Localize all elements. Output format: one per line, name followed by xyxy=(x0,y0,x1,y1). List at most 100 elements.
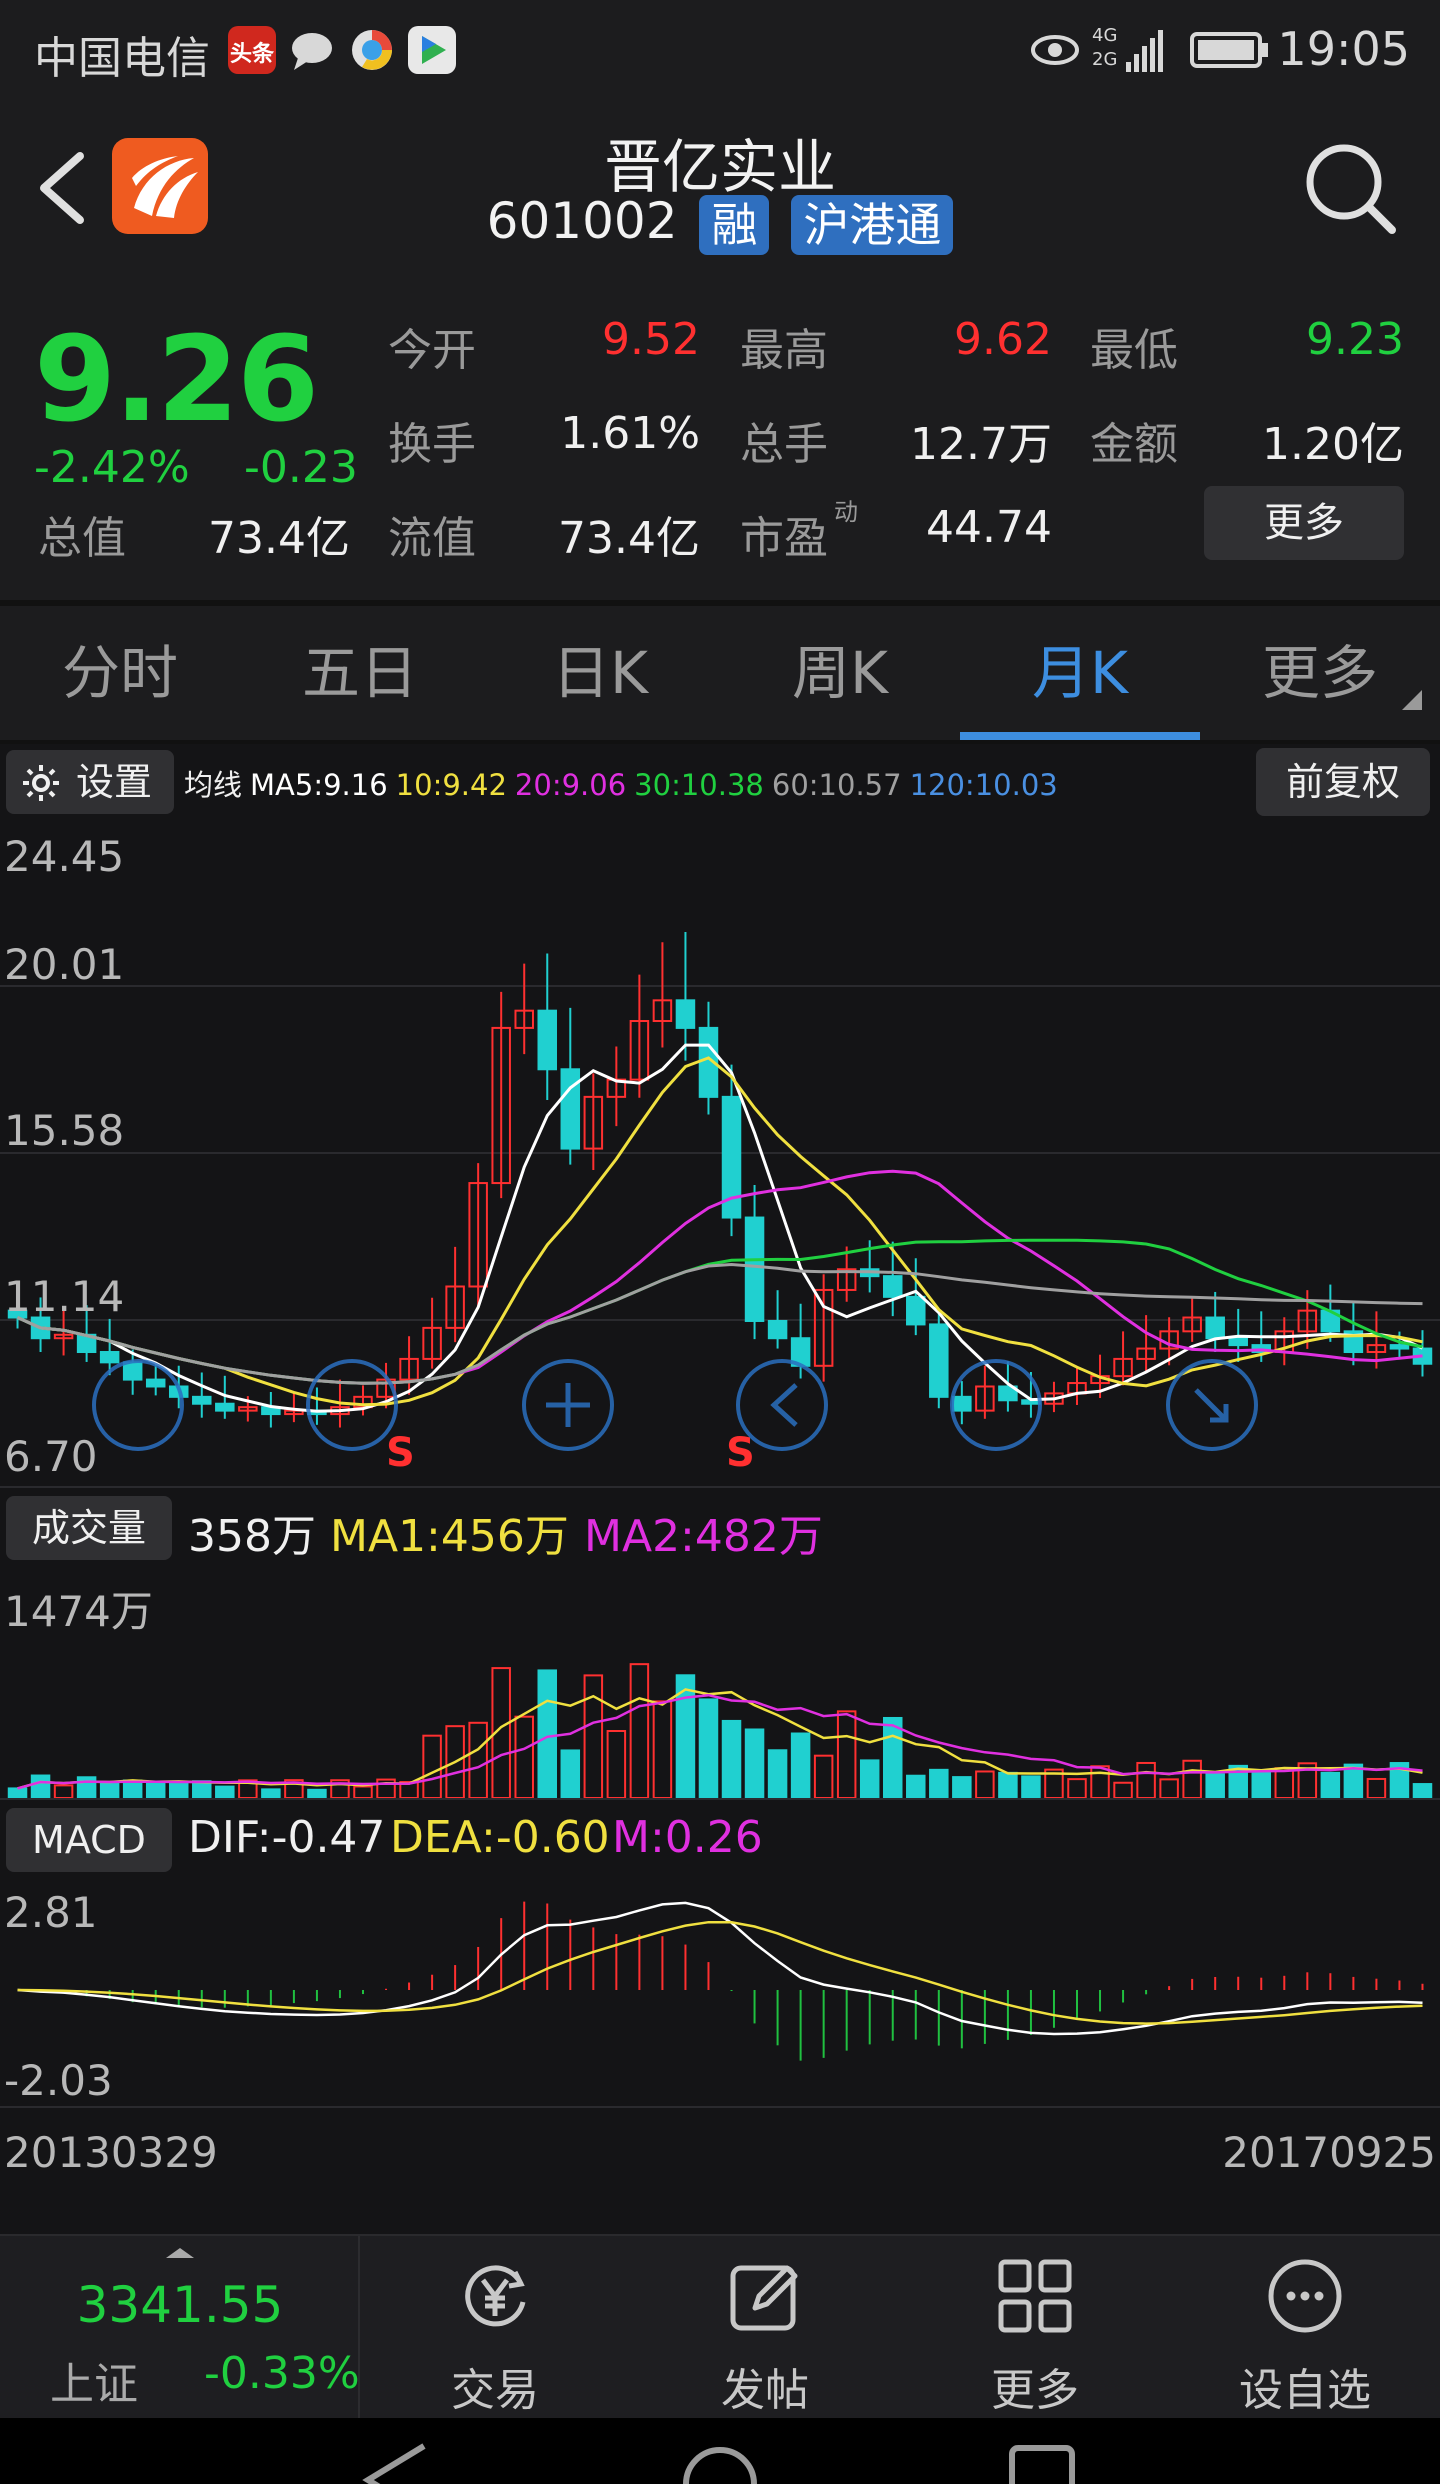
volume-bar xyxy=(859,1759,880,1798)
ma-prefix: 均线 xyxy=(184,768,243,802)
ma30-value: 30:10.38 xyxy=(634,768,764,802)
add-watchlist-button[interactable]: 设自选 xyxy=(1170,2236,1440,2420)
start-date: 20130329 xyxy=(4,2128,218,2177)
volume-ma1: MA1:456万 xyxy=(330,1511,569,1562)
macd-chart[interactable]: 2.81 -2.03 xyxy=(0,1878,1440,2106)
volume-canvas xyxy=(7,1663,1433,1798)
volume-bar xyxy=(929,1768,949,1798)
candle xyxy=(215,1402,235,1412)
high-label: 最高 xyxy=(740,325,828,376)
toutiao-app-icon: 头条 xyxy=(228,26,276,74)
amount-value: 1.20亿 xyxy=(1262,419,1404,470)
volume-bar xyxy=(145,1781,166,1798)
candle xyxy=(952,1395,972,1412)
volume-bar xyxy=(629,1663,650,1798)
volume-bar xyxy=(168,1782,189,1798)
volume-bar xyxy=(99,1782,120,1798)
volume-bar xyxy=(468,1721,488,1798)
tab-intraday[interactable]: 分时 xyxy=(0,606,240,740)
volume-bar xyxy=(744,1728,765,1798)
volume-bar xyxy=(7,1787,28,1798)
volume-bar xyxy=(583,1674,604,1798)
candle xyxy=(882,1275,903,1298)
volume-current: 358万 xyxy=(188,1511,316,1562)
candle xyxy=(675,999,696,1029)
market-cap-value: 73.4亿 xyxy=(208,513,350,564)
macd-canvas xyxy=(17,1901,1424,2061)
volume-bar xyxy=(1366,1777,1387,1798)
volume-bar xyxy=(1274,1767,1295,1798)
volume-bar xyxy=(998,1771,1018,1798)
search-icon xyxy=(1306,144,1396,234)
bottom-toolbar: 3341.55 上证 -0.33% 交易 发帖 更多 设自选 xyxy=(0,2234,1440,2420)
volume-chart[interactable]: 1474万 xyxy=(0,1566,1440,1798)
pe-dynamic-mark: 动 xyxy=(834,498,858,526)
float-cap-label: 流值 xyxy=(388,513,476,564)
macd-dea: DEA:-0.60 xyxy=(390,1812,610,1863)
ma-line xyxy=(16,1043,1424,1413)
candle xyxy=(145,1378,166,1388)
macd-indicator-button[interactable]: MACD xyxy=(6,1808,172,1872)
battery-icon xyxy=(1190,30,1270,74)
turnover-label: 换手 xyxy=(388,419,476,470)
volume-bar xyxy=(307,1788,327,1798)
volume-indicator-button[interactable]: 成交量 xyxy=(6,1496,172,1560)
tab-daily-k[interactable]: 日K xyxy=(480,606,720,740)
candle xyxy=(906,1295,926,1326)
ma-line xyxy=(16,1056,1423,1407)
search-button[interactable] xyxy=(1300,138,1400,238)
y-axis-label: 20.01 xyxy=(4,940,125,989)
trade-button[interactable]: 交易 xyxy=(360,2236,630,2420)
macd-max-label: 2.81 xyxy=(4,1888,98,1937)
stock-code-line: 601002 融 沪港通 xyxy=(0,192,1440,255)
stock-code: 601002 xyxy=(486,192,678,250)
volume-label: 总手 xyxy=(740,419,828,470)
volume-bar xyxy=(215,1785,235,1798)
tab-more[interactable]: 更多 xyxy=(1200,606,1440,740)
more-button[interactable]: 更多 xyxy=(900,2236,1170,2420)
tab-weekly-k[interactable]: 周K xyxy=(720,606,960,740)
volume-bar xyxy=(1182,1759,1202,1798)
tab-monthly-k[interactable]: 月K xyxy=(960,606,1200,740)
tab-five-day[interactable]: 五日 xyxy=(240,606,480,740)
volume-max-label: 1474万 xyxy=(4,1587,153,1636)
volume-bar xyxy=(882,1716,903,1798)
quote-panel: 9.26 -2.42% -0.23 今开 9.52 最高 9.62 最低 9.2… xyxy=(0,270,1440,600)
candle xyxy=(537,1009,558,1071)
ma-values: 均线 MA5:9.16 10:9.42 20:9.06 30:10.38 60:10.57… xyxy=(184,762,1066,804)
carrier-name: 中国电信 xyxy=(34,33,210,84)
ma5-value: MA5:9.16 xyxy=(250,768,388,802)
amount-label: 金额 xyxy=(1090,419,1178,470)
volume-bar xyxy=(790,1732,811,1798)
ma20-value: 20:9.06 xyxy=(514,768,627,802)
nav-home-icon xyxy=(683,2447,757,2484)
high-value: 9.62 xyxy=(954,314,1052,365)
pe-label: 市盈 xyxy=(740,513,828,564)
settings-button[interactable]: 设置 xyxy=(6,750,174,814)
volume-bar xyxy=(1159,1778,1179,1798)
market-index[interactable]: 3341.55 上证 -0.33% xyxy=(0,2236,360,2420)
margin-trading-badge: 融 xyxy=(699,194,770,255)
low-label: 最低 xyxy=(1090,325,1178,376)
nav-back-icon xyxy=(362,2443,426,2484)
adjustment-button[interactable]: 前复权 xyxy=(1256,748,1430,816)
y-axis-label: 11.14 xyxy=(4,1272,125,1321)
candle xyxy=(99,1351,120,1364)
volume-bar xyxy=(1067,1778,1087,1798)
volume-bar xyxy=(1090,1765,1110,1798)
volume-bar xyxy=(767,1749,788,1798)
post-button[interactable]: 发帖 xyxy=(630,2236,900,2420)
ma120-value: 120:10.03 xyxy=(909,768,1058,802)
signal-icon: 4G 2G xyxy=(1092,24,1172,76)
candle xyxy=(1389,1344,1410,1350)
kline-chart[interactable]: 24.45 20.01 15.58 11.14 6.70 S S xyxy=(0,820,1440,1486)
browser-icon xyxy=(348,26,396,74)
macd-min-label: -2.03 xyxy=(4,2056,113,2105)
more-quote-button[interactable]: 更多 xyxy=(1204,486,1404,560)
volume-value: 12.7万 xyxy=(910,419,1052,470)
volume-bar xyxy=(514,1715,534,1798)
candle xyxy=(744,1216,765,1322)
edit-icon xyxy=(730,2265,798,2331)
settings-label: 设置 xyxy=(76,760,153,804)
candle xyxy=(1228,1337,1248,1347)
